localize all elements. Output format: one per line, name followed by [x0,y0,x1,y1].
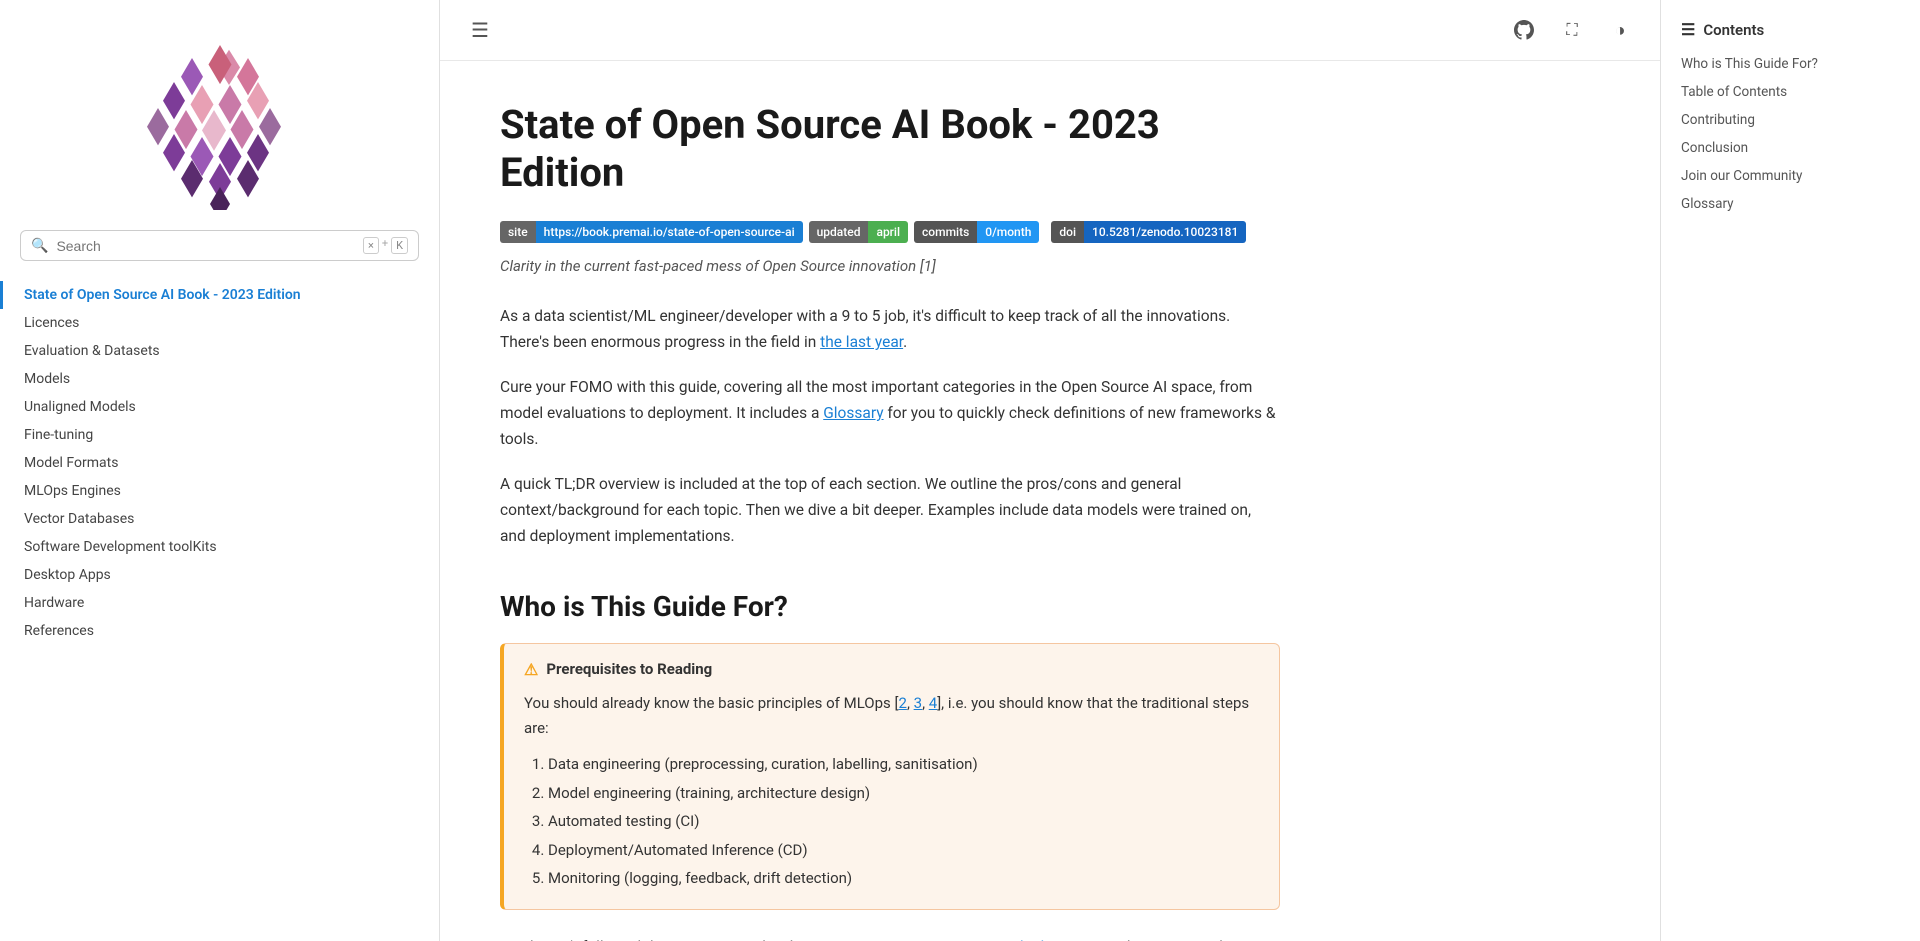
prereq-list: Data engineering (preprocessing, curatio… [548,750,1259,893]
sidebar-item-current[interactable]: State of Open Source AI Book - 2023 Edit… [0,281,439,309]
sidebar-item-unaligned[interactable]: Unaligned Models [0,393,439,421]
sidebar-item-vector[interactable]: Vector Databases [0,505,439,533]
badge-updated-label: updated [809,221,869,243]
badge-updated-value: april [868,221,908,243]
sidebar-item-mlops[interactable]: MLOps Engines [0,477,439,505]
prerequisites-box: ⚠ Prerequisites to Reading You should al… [500,643,1280,910]
toc-item-who[interactable]: Who is This Guide For? [1681,53,1900,75]
page-title: State of Open Source AI Book - 2023 Edit… [500,101,1280,197]
fullscreen-icon[interactable]: ⛶ [1556,14,1588,46]
last-year-link-1[interactable]: the last year [820,333,903,351]
list-item: Automated testing (CI) [548,807,1259,836]
sidebar-item-formats[interactable]: Model Formats [0,449,439,477]
glossary-link[interactable]: Glossary [823,404,883,422]
sidebar-item-finetuning[interactable]: Fine-tuning [0,421,439,449]
sidebar-item-models[interactable]: Models [0,365,439,393]
badges-row: site https://book.premai.io/state-of-ope… [500,221,1280,243]
main-content: ☰ ⛶ ◑ State of Open Source AI Book - 202… [440,0,1660,941]
list-item: Monitoring (logging, feedback, drift det… [548,864,1259,893]
toc-icon: ☰ [1681,20,1695,39]
toc-item-glossary[interactable]: Glossary [1681,193,1900,215]
intro-paragraph-1: As a data scientist/ML engineer/develope… [500,303,1280,356]
badge-site-value[interactable]: https://book.premai.io/state-of-open-sou… [536,221,803,243]
github-icon[interactable] [1508,14,1540,46]
toc-item-contributing[interactable]: Contributing [1681,109,1900,131]
content-area: State of Open Source AI Book - 2023 Edit… [440,61,1340,941]
search-icon: 🔍 [31,238,48,254]
sidebar-item-desktop[interactable]: Desktop Apps [0,561,439,589]
toc-sidebar: ☰ Contents Who is This Guide For? Table … [1660,0,1920,941]
badge-site-label: site [500,221,536,243]
search-box[interactable]: 🔍 × + K [20,230,419,261]
badge-doi-value[interactable]: 10.5281/zenodo.10023181 [1084,221,1246,243]
toc-header: ☰ Contents [1681,20,1900,39]
intro-paragraph-2: Cure your FOMO with this guide, covering… [500,374,1280,453]
nav-list: State of Open Source AI Book - 2023 Edit… [0,281,439,645]
who-is-guide-for-heading: Who is This Guide For? [500,590,1280,623]
badge-doi-label: doi [1051,221,1084,243]
sidebar: 🔍 × + K State of Open Source AI Book - 2… [0,0,440,941]
search-shortcut: × + K [363,237,408,254]
toc-list: Who is This Guide For? Table of Contents… [1681,53,1900,215]
list-item: Data engineering (preprocessing, curatio… [548,750,1259,779]
hamburger-icon[interactable]: ☰ [464,14,496,46]
badge-commits-value: 0/month [977,221,1039,243]
subtitle: Clarity in the current fast-paced mess o… [500,257,1280,275]
prereq-title: ⚠ Prerequisites to Reading [524,660,1259,679]
sidebar-item-hardware[interactable]: Hardware [0,589,439,617]
sidebar-item-eval[interactable]: Evaluation & Datasets [0,337,439,365]
sidebar-item-licences[interactable]: Licences [0,309,439,337]
badge-commits-label: commits [914,221,977,243]
intro-paragraph-3: A quick TL;DR overview is included at th… [500,471,1280,550]
site-logo [130,30,310,210]
prereq-intro: You should already know the basic princi… [524,691,1259,741]
toc-item-conclusion[interactable]: Conclusion [1681,137,1900,159]
warning-icon: ⚠ [524,660,538,679]
search-input[interactable] [56,238,355,254]
top-bar: ☰ ⛶ ◑ [440,0,1660,61]
toc-item-community[interactable]: Join our Community [1681,165,1900,187]
top-bar-icons: ⛶ ◑ [1508,14,1636,46]
list-item: Model engineering (training, architectur… [548,779,1259,808]
theme-toggle-icon[interactable]: ◑ [1604,14,1636,46]
toc-item-table[interactable]: Table of Contents [1681,81,1900,103]
sidebar-item-references[interactable]: References [0,617,439,645]
outro-paragraph-1: You haven't followed the most recent dev… [500,934,1280,941]
logo-container [0,0,439,230]
list-item: Deployment/Automated Inference (CD) [548,836,1259,865]
sidebar-item-sdk[interactable]: Software Development toolKits [0,533,439,561]
